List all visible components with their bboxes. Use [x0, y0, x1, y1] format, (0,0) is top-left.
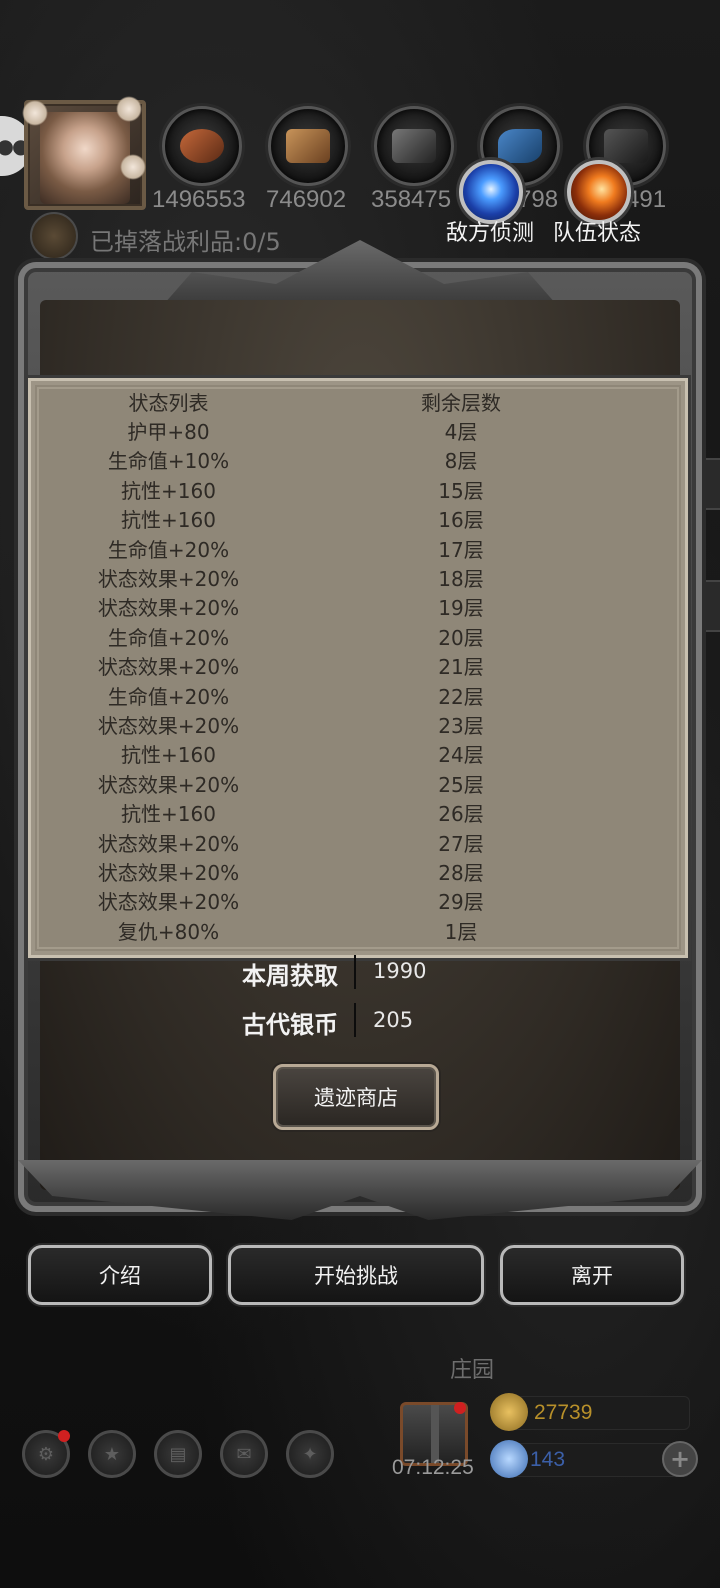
status-name: 抗性+160 [121, 802, 216, 827]
status-table-header: 状态列表 剩余层数 [31, 389, 685, 418]
divider [354, 955, 356, 989]
status-name: 护甲+80 [127, 420, 210, 444]
iron-ingot-icon [374, 106, 454, 186]
status-name: 生命值+20% [107, 537, 230, 562]
status-layers: 16层 [438, 508, 484, 533]
loot-bag-icon [30, 212, 78, 260]
status-name: 抗性+160 [121, 743, 216, 768]
status-name: 生命值+20% [107, 625, 230, 650]
ancient-coin-value: 205 [373, 1008, 414, 1032]
status-layers: 26层 [438, 802, 484, 827]
stone-value: 491 [626, 186, 667, 213]
status-row: 状态效果+20% 21层 [31, 653, 685, 682]
ore-icon [162, 106, 242, 186]
status-row: 生命值+20% 17层 [31, 536, 685, 565]
status-name: 状态效果+20% [97, 831, 240, 856]
crystal-value: 798 [518, 186, 559, 213]
status-layers: 15层 [438, 478, 484, 503]
flower-ornament [120, 154, 146, 180]
intro-button[interactable]: 介绍 [28, 1245, 212, 1305]
status-layers: 17层 [438, 537, 484, 562]
gem-icon [490, 1440, 528, 1478]
flower-ornament [116, 96, 142, 122]
loot-counter: 已掉落战利品:0/5 [90, 228, 281, 256]
status-layers: 29层 [438, 890, 484, 915]
relic-shop-button[interactable]: 遗迹商店 [273, 1064, 439, 1130]
status-layers: 19层 [438, 596, 484, 621]
status-row: 状态效果+20% 23层 [31, 712, 685, 741]
status-layers: 23层 [438, 714, 484, 738]
header-layers: 剩余层数 [421, 391, 501, 415]
status-layers: 18层 [438, 567, 484, 591]
gold-value: 27739 [534, 1401, 593, 1424]
wood-icon [268, 106, 348, 186]
status-row: 护甲+80 4层 [31, 418, 685, 447]
status-name: 生命值+10% [107, 449, 230, 474]
status-name: 状态效果+20% [97, 772, 240, 797]
status-name: 抗性+160 [121, 508, 216, 533]
status-list-popup: 状态列表 剩余层数 护甲+80 4层 生命值+10% 8层 抗性+160 15层 抗性+16… [28, 378, 688, 958]
status-row: 状态效果+20% 29层 [31, 888, 685, 917]
start-challenge-button[interactable]: 开始挑战 [228, 1245, 484, 1305]
status-name: 状态效果+20% [97, 655, 240, 680]
status-layers: 8层 [444, 449, 478, 474]
leave-button[interactable]: 离开 [500, 1245, 684, 1305]
status-layers: 22层 [438, 684, 484, 709]
status-name: 复仇+80% [117, 919, 220, 944]
weekly-label: 本周获取 [242, 962, 338, 990]
status-row: 生命值+20% 22层 [31, 683, 685, 712]
gem-value: 143 [530, 1448, 566, 1471]
status-layers: 4层 [444, 420, 478, 444]
status-row: 抗性+160 16层 [31, 506, 685, 535]
iron-value: 358475 [371, 186, 452, 213]
mail-icon[interactable]: ✉ [220, 1430, 268, 1478]
status-name: 生命值+20% [107, 684, 230, 709]
wood-value: 746902 [266, 186, 347, 213]
star-badge-icon[interactable]: ★ [88, 1430, 136, 1478]
status-name: 状态效果+20% [97, 861, 240, 885]
divider [354, 1003, 356, 1037]
status-layers: 20层 [438, 625, 484, 650]
status-row: 抗性+160 15层 [31, 477, 685, 506]
status-layers: 21层 [438, 655, 484, 680]
gift-timer: 07:12:25 [392, 1456, 474, 1479]
status-layers: 27层 [438, 831, 484, 856]
status-row: 生命值+10% 8层 [31, 447, 685, 476]
status-row: 状态效果+20% 19层 [31, 594, 685, 623]
gold-coin-icon [490, 1393, 528, 1431]
status-row: 状态效果+20% 18层 [31, 565, 685, 594]
status-name: 抗性+160 [121, 478, 216, 503]
status-layers: 1层 [444, 919, 478, 944]
status-row: 抗性+160 24层 [31, 741, 685, 770]
flower-ornament [22, 100, 48, 126]
status-name: 状态效果+20% [97, 596, 240, 621]
status-name: 状态效果+20% [97, 890, 240, 915]
status-row: 状态效果+20% 25层 [31, 771, 685, 800]
status-row: 状态效果+20% 27层 [31, 830, 685, 859]
add-gems-button[interactable]: + [662, 1441, 698, 1477]
rank-icon[interactable]: ▤ [154, 1430, 202, 1478]
status-name: 状态效果+20% [97, 567, 240, 591]
enemy-scout-label: 敌方侦测 [446, 221, 535, 246]
status-layers: 24层 [438, 743, 484, 768]
avatar-portrait [40, 112, 130, 204]
team-status-label: 队伍状态 [553, 221, 642, 246]
ancient-coin-label: 古代银币 [242, 1011, 338, 1039]
status-row: 状态效果+20% 28层 [31, 859, 685, 888]
notification-dot [58, 1430, 70, 1442]
status-row: 复仇+80% 1层 [31, 918, 685, 947]
ore-value: 1496553 [152, 186, 246, 213]
header-status: 状态列表 [128, 391, 209, 415]
guild-icon[interactable]: ✦ [286, 1430, 334, 1478]
status-layers: 25层 [438, 772, 484, 797]
avatar[interactable] [22, 96, 146, 210]
status-row: 生命值+20% 20层 [31, 624, 685, 653]
status-name: 状态效果+20% [97, 714, 240, 738]
status-row: 抗性+160 26层 [31, 800, 685, 829]
manor-label: 庄园 [450, 1358, 495, 1383]
status-layers: 28层 [438, 861, 484, 885]
notification-dot [454, 1402, 466, 1414]
weekly-value: 1990 [373, 959, 427, 983]
